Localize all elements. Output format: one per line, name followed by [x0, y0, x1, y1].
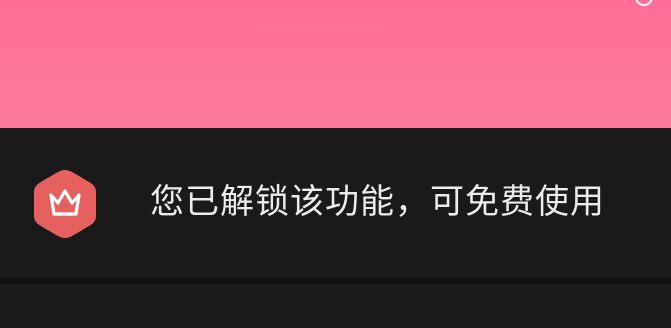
feature-page: 您已解锁该功能，可免费使用 — [0, 0, 671, 328]
pink-banner — [0, 0, 671, 128]
next-section — [0, 284, 671, 328]
unlock-notice: 您已解锁该功能，可免费使用 — [0, 128, 671, 278]
crown-icon — [34, 170, 96, 238]
unlock-message: 您已解锁该功能，可免费使用 — [150, 182, 605, 222]
corner-icon[interactable] — [635, 0, 653, 6]
